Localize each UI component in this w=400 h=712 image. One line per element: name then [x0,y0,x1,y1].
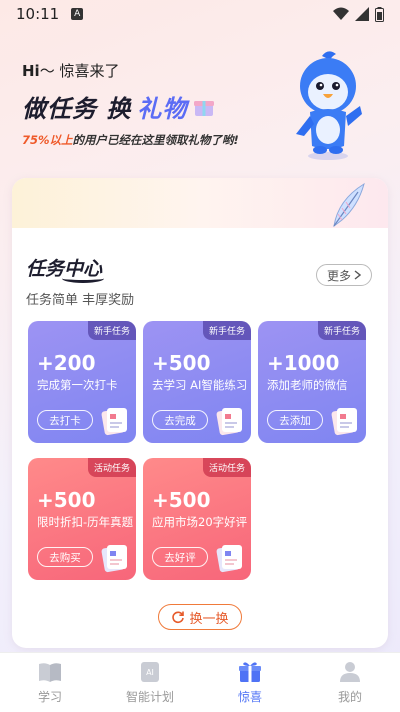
bottom-tab-bar: 学习 AI 智能计划 惊喜 我的 [0,652,400,712]
hero-subtitle-rest: 的用户已经在这里领取礼物了哟! [72,133,239,147]
hero-title: 做任务 换礼物 [22,89,282,124]
task-card[interactable]: 活动任务 +500 应用市场20字好评 去好评 [143,458,251,580]
tab-label: 惊喜 [237,690,262,704]
wifi-icon [333,7,349,20]
task-card[interactable]: 新手任务 +1000 添加老师的微信 去添加 [258,321,366,443]
hero-title-part1: 做任务 换 [22,95,132,123]
signal-icon [355,7,369,21]
task-card[interactable]: 新手任务 +500 去学习 AI智能练习 去完成 [143,321,251,443]
task-tag: 活动任务 [87,458,136,477]
task-description: 添加老师的微信 [267,378,348,392]
task-description: 去学习 AI智能练习 [152,378,248,392]
clipboard-icon [101,545,127,573]
task-center-card: 任务中心 任务简单 丰厚奖励 更多 新手任务 +200 完成第一次打卡 去打卡 … [12,178,388,648]
hero-title-part2: 礼物 [137,95,188,123]
hero-hi-rest: ～ 惊喜来了 [39,62,120,80]
status-icons [333,6,384,22]
gift-icon [194,100,215,116]
book-icon [39,663,61,682]
task-amount: +200 [37,351,96,375]
task-center-title: 任务中心 [26,254,105,283]
refresh-label: 换一换 [189,611,229,627]
task-action-button[interactable]: 去购买 [37,547,93,567]
hero-banner: Hi～ 惊喜来了 做任务 换礼物 75%以上的用户已经在这里领取礼物了哟! [22,60,282,148]
task-tag: 活动任务 [202,458,251,477]
clipboard-icon [331,408,357,436]
clipboard-icon [216,408,242,436]
status-bar: 10:11 A [0,0,400,28]
tab-label: 我的 [337,690,362,704]
tab-surprise[interactable]: 惊喜 [200,653,300,712]
task-tag: 新手任务 [87,321,136,340]
hero-hi: Hi [22,62,40,80]
task-center-subtitle: 任务简单 丰厚奖励 [26,293,135,308]
user-icon [340,662,360,682]
status-time: 10:11 [16,5,60,23]
task-amount: +500 [152,351,211,375]
svg-text:AI: AI [146,668,154,677]
refresh-icon [172,611,185,624]
more-button[interactable]: 更多 [315,264,372,286]
task-amount: +1000 [267,351,340,375]
feather-icon [333,182,365,228]
gift-icon [239,662,261,682]
task-amount: +500 [37,488,96,512]
card-header-strip [12,178,388,228]
ai-icon: AI [141,662,159,682]
task-action-button[interactable]: 去好评 [152,547,208,567]
task-card[interactable]: 活动任务 +500 限时折扣-历年真题 去购买 [28,458,136,580]
hero-greeting: Hi～ 惊喜来了 [22,60,282,81]
task-center-header: 任务中心 任务简单 丰厚奖励 [26,254,134,308]
tab-smart-plan[interactable]: AI 智能计划 [100,653,200,712]
task-description: 应用市场20字好评 [152,515,248,529]
task-action-button[interactable]: 去添加 [267,410,323,430]
more-button-label: 更多 [326,268,351,283]
task-action-button[interactable]: 去打卡 [37,410,93,430]
tab-label: 智能计划 [125,690,174,704]
task-tag: 新手任务 [317,321,366,340]
chevron-right-icon [354,270,361,280]
tab-study[interactable]: 学习 [0,653,100,712]
hero-subtitle-pct: 75%以上 [22,133,73,147]
task-action-button[interactable]: 去完成 [152,410,208,430]
task-card[interactable]: 新手任务 +200 完成第一次打卡 去打卡 [28,321,136,443]
notification-a-icon: A [71,8,84,20]
tab-label: 学习 [37,690,62,704]
clipboard-icon [101,408,127,436]
clipboard-icon [216,545,242,573]
tab-mine[interactable]: 我的 [300,653,400,712]
task-description: 完成第一次打卡 [37,378,118,392]
task-amount: +500 [152,488,211,512]
task-description: 限时折扣-历年真题 [37,515,134,529]
battery-icon [375,6,384,22]
refresh-button[interactable]: 换一换 [158,604,242,630]
mascot-icon [296,51,362,160]
task-tag: 新手任务 [202,321,251,340]
hero-subtitle: 75%以上的用户已经在这里领取礼物了哟! [22,132,282,148]
